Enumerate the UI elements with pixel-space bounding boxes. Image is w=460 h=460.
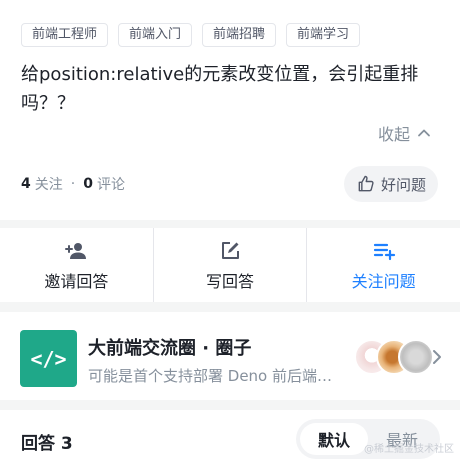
comment-count: 0 xyxy=(83,176,93,192)
follow-question-label: 关注问题 xyxy=(351,271,416,291)
tag-list: 前端工程师 前端入门 前端招聘 前端学习 xyxy=(21,23,361,47)
write-answer-label: 写回答 xyxy=(206,271,255,291)
thumbs-up-icon xyxy=(358,175,374,192)
collapse-label: 收起 xyxy=(377,125,410,144)
circle-title: 大前端交流圈 · 圈子 xyxy=(88,338,252,359)
action-bar: 邀请回答 写回答 关注问题 xyxy=(0,228,460,302)
tag-item[interactable]: 前端工程师 xyxy=(21,23,109,47)
answers-count-title: 回答 3 xyxy=(21,434,73,454)
chevron-right-icon[interactable] xyxy=(428,346,446,368)
follow-question-button[interactable]: 关注问题 xyxy=(307,228,460,302)
good-question-button[interactable]: 好问题 xyxy=(344,166,438,202)
circle-logo: </> xyxy=(20,330,77,387)
write-answer-button[interactable]: 写回答 xyxy=(154,228,308,302)
tag-item[interactable]: 前端学习 xyxy=(286,23,361,47)
invite-answer-label: 邀请回答 xyxy=(44,271,109,291)
question-title: 给position:relative的元素改变位置，会引起重排吗？？ xyxy=(21,64,419,114)
comment-label[interactable]: 评论 xyxy=(97,174,125,194)
edit-icon xyxy=(222,241,239,259)
chevron-up-icon xyxy=(418,129,430,137)
collapse-button[interactable]: 收起 xyxy=(378,121,432,145)
tag-item[interactable]: 前端招聘 xyxy=(202,23,277,47)
sort-default-option[interactable]: 默认 xyxy=(300,423,368,455)
stats-separator: · xyxy=(70,176,76,192)
add-person-icon xyxy=(65,242,87,259)
watermark: @稀土掘金技术社区 xyxy=(364,444,454,455)
tag-item[interactable]: 前端入门 xyxy=(118,23,193,47)
question-stats: 4 关注 · 0 评论 xyxy=(21,174,125,194)
good-question-label: 好问题 xyxy=(380,175,426,194)
invite-answer-button[interactable]: 邀请回答 xyxy=(0,228,154,302)
playlist-add-icon xyxy=(373,243,395,260)
follow-count: 4 xyxy=(21,176,31,192)
circle-description: 可能是首个支持部署 Deno 前后端… xyxy=(88,367,333,385)
follow-label: 关注 xyxy=(34,177,63,193)
question-card: 前端工程师 前端入门 前端招聘 前端学习 给position:relative的… xyxy=(0,0,460,220)
